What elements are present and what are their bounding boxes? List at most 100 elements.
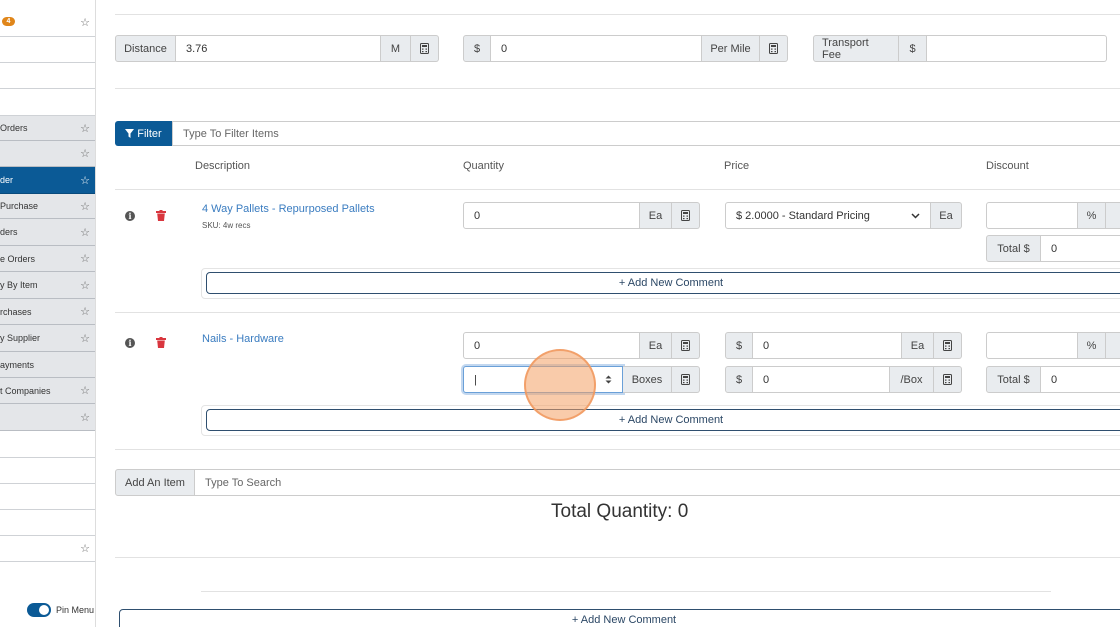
star-icon[interactable]: ☆: [80, 332, 90, 345]
add-comment-button[interactable]: + Add New Comment: [119, 609, 1120, 627]
sidebar-item[interactable]: ders ☆: [0, 219, 95, 246]
filter-icon: [125, 129, 135, 138]
sidebar-item[interactable]: [0, 431, 95, 458]
sidebar-item[interactable]: Purchase ☆: [0, 194, 95, 219]
star-icon[interactable]: ☆: [80, 200, 90, 213]
calculator-button[interactable]: [672, 332, 700, 359]
calculator-button[interactable]: [934, 332, 962, 359]
sidebar-item[interactable]: [0, 37, 95, 63]
calculator-button[interactable]: [672, 366, 700, 393]
star-icon[interactable]: ☆: [80, 252, 90, 265]
sidebar-item-label: Purchase: [0, 201, 39, 211]
price-select[interactable]: $ 2.0000 - Standard Pricing: [725, 202, 931, 229]
star-icon[interactable]: ☆: [80, 305, 90, 318]
star-icon[interactable]: ☆: [80, 279, 90, 292]
sidebar-item-label: t Companies: [0, 385, 51, 396]
sidebar-item[interactable]: y By Item ☆: [0, 272, 95, 299]
filter-button[interactable]: Filter: [115, 121, 172, 146]
sidebar-item[interactable]: [0, 484, 95, 510]
item-name-link[interactable]: Nails - Hardware: [202, 333, 284, 345]
trash-icon[interactable]: [156, 210, 166, 221]
toggle-switch[interactable]: [27, 603, 51, 617]
sidebar-item[interactable]: ☆: [0, 536, 95, 562]
calculator-button[interactable]: [672, 202, 700, 229]
divider: [115, 449, 1120, 450]
info-icon[interactable]: i: [125, 338, 135, 348]
sidebar-item[interactable]: [0, 63, 95, 89]
calculator-icon: [943, 374, 952, 385]
sidebar-item[interactable]: der ☆: [0, 167, 95, 194]
calculator-button[interactable]: [760, 35, 788, 62]
notification-badge: 4: [2, 17, 15, 26]
add-item-button[interactable]: Add An Item: [115, 469, 195, 496]
discount-unit: %: [1078, 202, 1106, 229]
add-item-search-input[interactable]: Type To Search: [195, 469, 1120, 496]
box-price-prefix: $: [725, 366, 753, 393]
star-icon[interactable]: ☆: [80, 384, 90, 397]
star-icon[interactable]: ☆: [80, 174, 90, 187]
quantity-unit: Ea: [640, 202, 672, 229]
quantity-input[interactable]: 0: [463, 332, 640, 359]
sidebar-item[interactable]: y Supplier ☆: [0, 325, 95, 352]
sidebar-item[interactable]: e Orders ☆: [0, 246, 95, 272]
star-icon[interactable]: ☆: [80, 226, 90, 239]
star-icon[interactable]: ☆: [80, 542, 90, 555]
box-price-unit: /Box: [890, 366, 934, 393]
divider: [115, 88, 1120, 89]
calculator-icon: [681, 210, 690, 221]
sidebar-item[interactable]: [0, 89, 95, 116]
quantity-group: 0 Ea: [463, 332, 700, 359]
star-icon[interactable]: ☆: [80, 16, 90, 29]
distance-unit: M: [381, 35, 411, 62]
sidebar-item[interactable]: rchases ☆: [0, 299, 95, 325]
distance-input[interactable]: 3.76: [176, 35, 381, 62]
sidebar-item[interactable]: [0, 510, 95, 536]
divider: [115, 312, 1120, 313]
price-group: $ 2.0000 - Standard Pricing Ea: [725, 202, 962, 229]
star-icon[interactable]: ☆: [80, 411, 90, 424]
stepper-icon[interactable]: [605, 375, 612, 384]
price-unit: Ea: [902, 332, 934, 359]
calculator-button[interactable]: [934, 366, 962, 393]
filter-input[interactable]: Type To Filter Items: [172, 121, 1120, 146]
star-icon[interactable]: ☆: [80, 147, 90, 160]
add-comment-button[interactable]: + Add New Comment: [206, 272, 1120, 294]
box-quantity-input[interactable]: |: [463, 366, 623, 393]
quantity-unit: Ea: [640, 332, 672, 359]
calculator-button[interactable]: [411, 35, 439, 62]
rate-input[interactable]: 0: [491, 35, 702, 62]
total-label: Total $: [986, 366, 1041, 393]
calculator-icon: [681, 374, 690, 385]
price-input[interactable]: 0: [753, 332, 902, 359]
price-group: $ 0 Ea: [725, 332, 962, 359]
quantity-input[interactable]: 0: [463, 202, 640, 229]
trash-icon[interactable]: [156, 337, 166, 348]
item-name-link[interactable]: 4 Way Pallets - Repurposed Pallets: [202, 203, 375, 215]
sidebar-item[interactable]: ayments: [0, 352, 95, 378]
price-unit: Ea: [931, 202, 962, 229]
sidebar-item-label: ayments: [0, 359, 35, 370]
column-description: Description: [195, 160, 251, 172]
box-price-input[interactable]: 0: [753, 366, 890, 393]
transport-fee-input[interactable]: [927, 35, 1107, 62]
total-input[interactable]: 0: [1041, 366, 1120, 393]
discount-input[interactable]: [986, 202, 1078, 229]
transport-fee-group: Transport Fee $: [813, 35, 1107, 62]
sidebar-item[interactable]: Orders ☆: [0, 116, 95, 141]
info-icon[interactable]: i: [125, 211, 135, 221]
star-icon[interactable]: ☆: [80, 122, 90, 135]
pin-menu-toggle[interactable]: Pin Menu: [27, 603, 94, 617]
column-price: Price: [724, 160, 750, 172]
total-input[interactable]: 0: [1041, 235, 1120, 262]
transport-fee-label: Transport Fee: [813, 35, 899, 62]
discount-calc-edge: [1106, 332, 1120, 359]
discount-input[interactable]: [986, 332, 1078, 359]
add-comment-button[interactable]: + Add New Comment: [206, 409, 1120, 431]
sidebar-item[interactable]: t Companies ☆: [0, 378, 95, 404]
box-quantity-unit: Boxes: [623, 366, 672, 393]
sidebar-item[interactable]: ☆: [0, 141, 95, 167]
filter-button-label: Filter: [137, 127, 162, 140]
sidebar-item[interactable]: [0, 458, 95, 484]
distance-group: Distance 3.76 M: [115, 35, 439, 62]
sidebar-item[interactable]: ☆: [0, 404, 95, 431]
